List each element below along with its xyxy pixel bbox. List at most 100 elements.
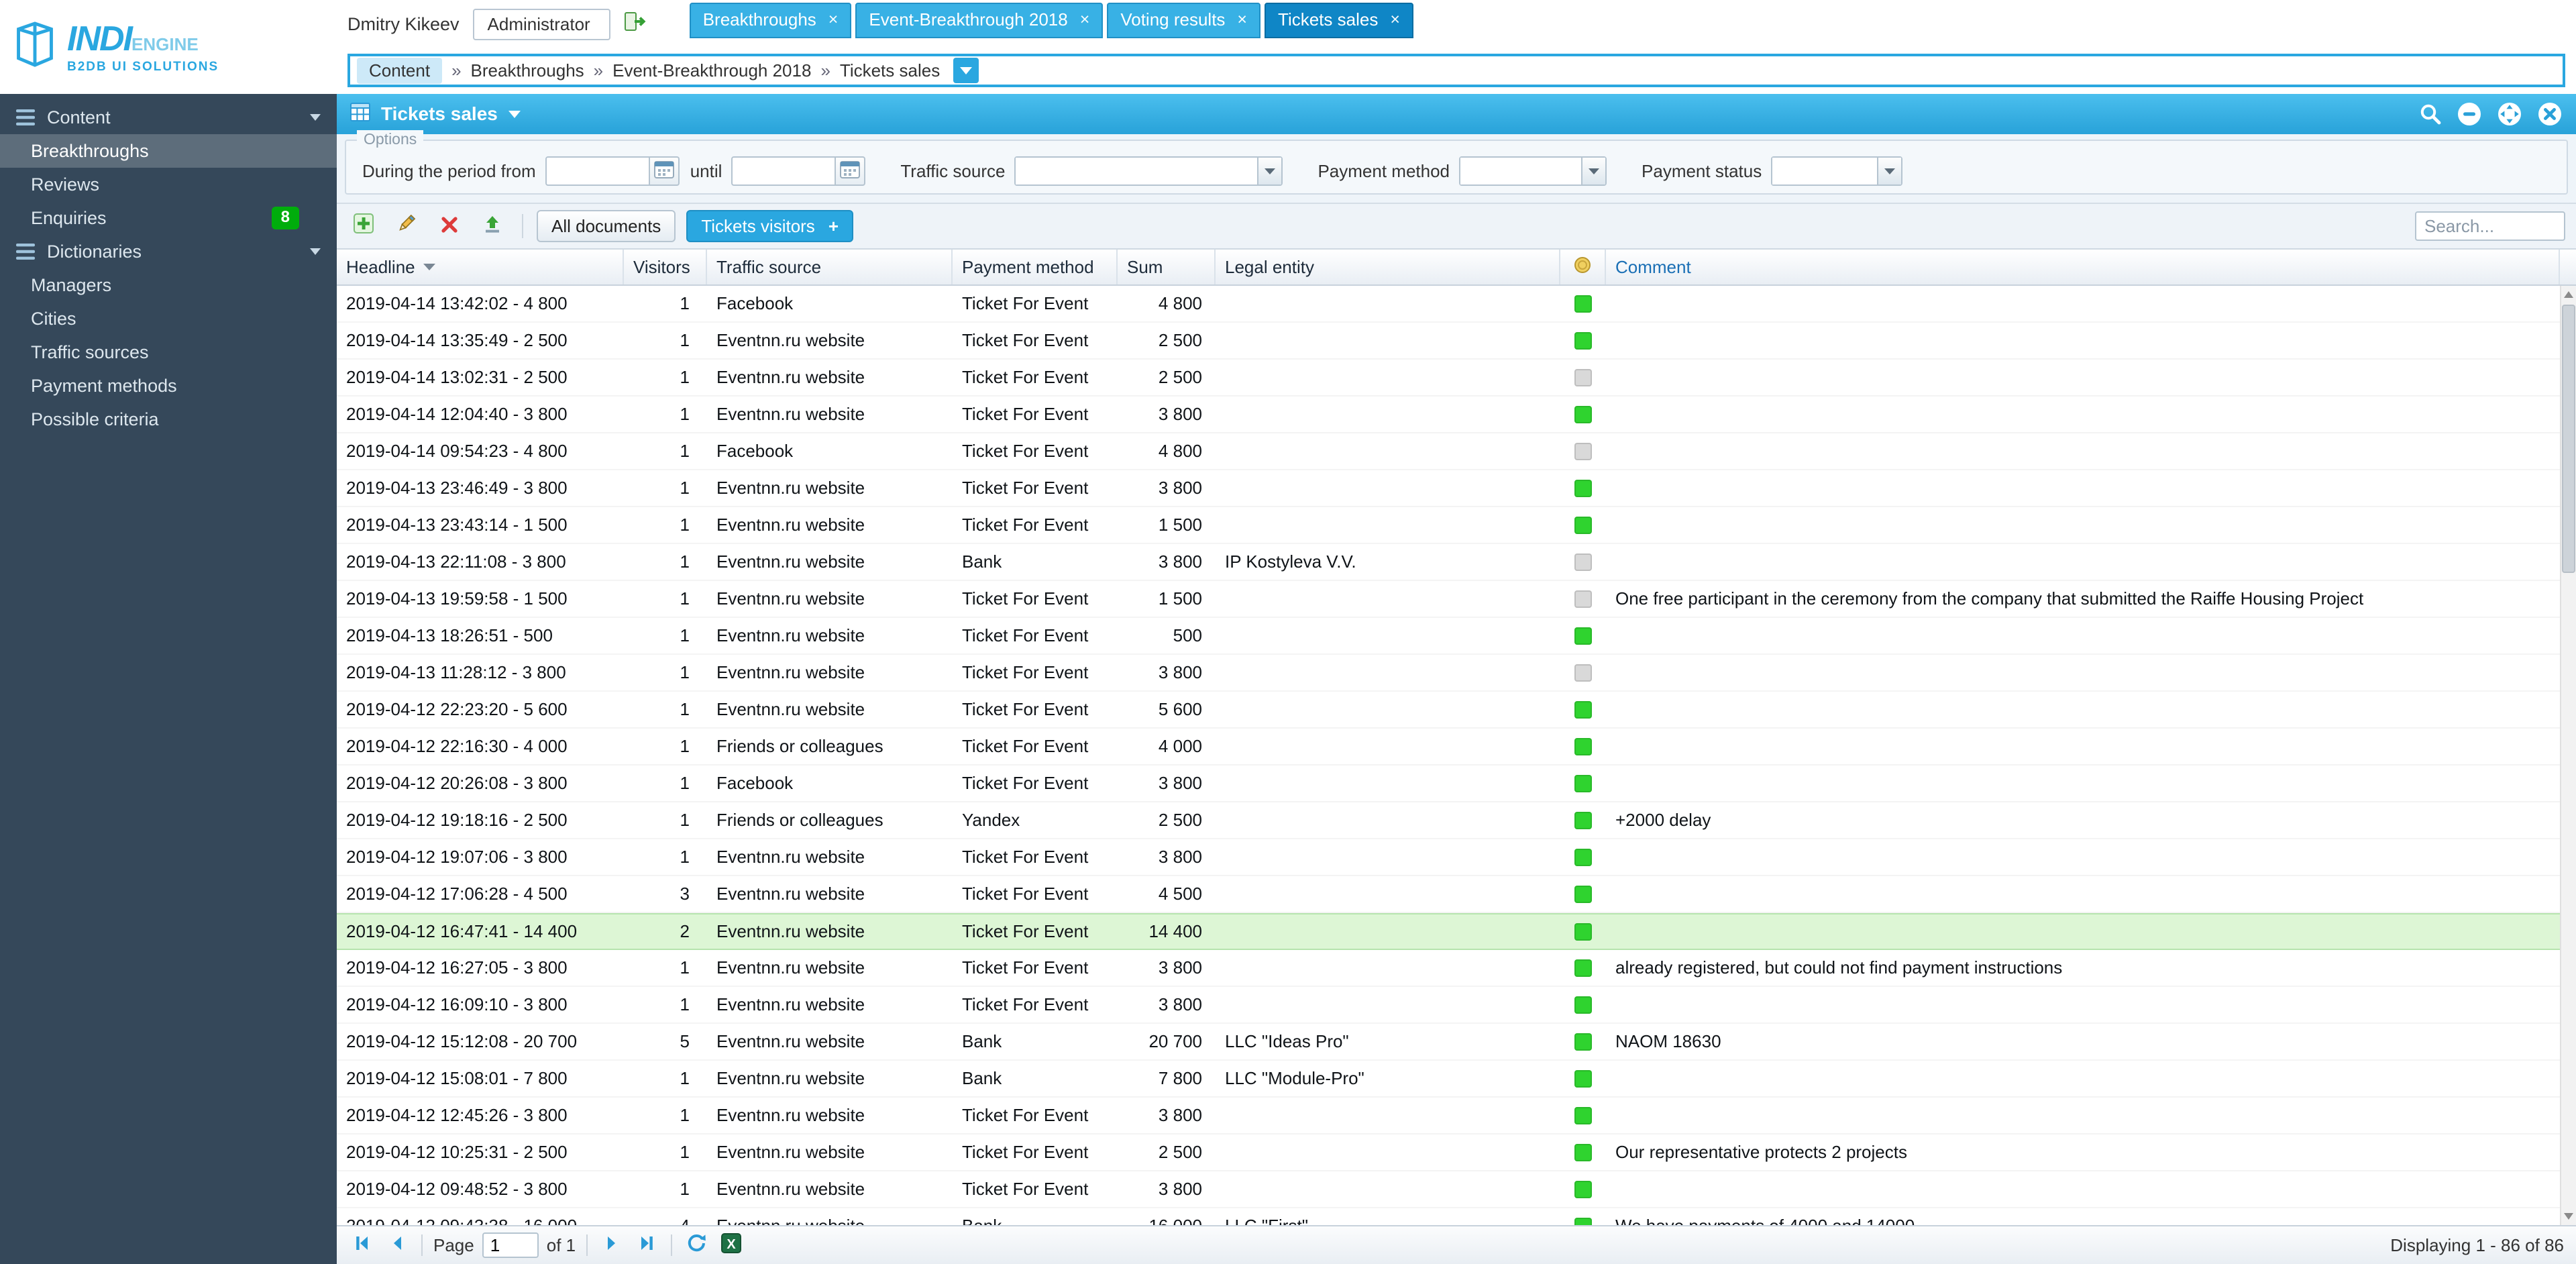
- close-icon[interactable]: [2537, 101, 2563, 127]
- traffic-source-select[interactable]: [1014, 156, 1283, 186]
- table-row[interactable]: 2019-04-14 13:35:49 - 2 500 1 Eventnn.ru w…: [337, 323, 2560, 360]
- column-header-legal-entity[interactable]: Legal entity: [1216, 250, 1560, 284]
- logout-button[interactable]: [624, 11, 647, 37]
- column-header-paid-status[interactable]: [1560, 250, 1606, 284]
- first-page-button[interactable]: [349, 1232, 376, 1259]
- cell-headline: 2019-04-14 13:42:02 - 4 800: [346, 293, 568, 313]
- paid-indicator: [1574, 627, 1592, 645]
- move-icon[interactable]: [2497, 101, 2522, 127]
- table-row[interactable]: 2019-04-13 18:26:51 - 500 1 Eventnn.ru web…: [337, 618, 2560, 655]
- period-from-input[interactable]: [545, 156, 650, 186]
- sidebar-item-payment-methods[interactable]: Payment methods: [0, 369, 337, 403]
- table-row[interactable]: 2019-04-12 20:26:08 - 3 800 1 Facebook Tick…: [337, 766, 2560, 802]
- sidebar-item-managers[interactable]: Managers: [0, 268, 337, 302]
- sidebar-item-label: Reviews: [31, 174, 100, 195]
- cell-traffic: Eventnn.ru website: [716, 404, 865, 424]
- dropdown-trigger[interactable]: [1877, 158, 1902, 185]
- table-row[interactable]: 2019-04-12 19:07:06 - 3 800 1 Eventnn.ru w…: [337, 839, 2560, 876]
- dropdown-trigger[interactable]: [1581, 158, 1606, 185]
- table-row[interactable]: 2019-04-12 17:06:28 - 4 500 3 Eventnn.ru w…: [337, 876, 2560, 913]
- tab-breakthroughs[interactable]: Breakthroughs ×: [689, 3, 852, 38]
- tab-close-icon[interactable]: ×: [1237, 10, 1247, 30]
- prev-page-button[interactable]: [384, 1232, 411, 1259]
- breadcrumb-item-tickets-sales[interactable]: Tickets sales: [840, 60, 940, 81]
- column-header-payment-method[interactable]: Payment method: [953, 250, 1118, 284]
- tab-event-breakthrough-2018[interactable]: Event-Breakthrough 2018 ×: [855, 3, 1104, 38]
- table-row[interactable]: 2019-04-14 09:54:23 - 4 800 1 Facebook Tick…: [337, 433, 2560, 470]
- until-calendar-button[interactable]: [836, 156, 866, 186]
- last-page-button[interactable]: [633, 1232, 660, 1259]
- upload-button[interactable]: [476, 210, 508, 242]
- table-row[interactable]: 2019-04-13 23:43:14 - 1 500 1 Eventnn.ru w…: [337, 507, 2560, 544]
- scroll-down-icon[interactable]: [2564, 1208, 2573, 1225]
- sidebar-item-dictionaries[interactable]: Dictionaries: [0, 235, 337, 268]
- sidebar-item-possible-criteria[interactable]: Possible criteria: [0, 403, 337, 436]
- table-row[interactable]: 2019-04-12 16:47:41 - 14 400 2 Eventnn.ru …: [337, 913, 2560, 950]
- tab-close-icon[interactable]: ×: [828, 10, 839, 30]
- column-header-visitors[interactable]: Visitors: [624, 250, 707, 284]
- table-row[interactable]: 2019-04-12 22:23:20 - 5 600 1 Eventnn.ru w…: [337, 692, 2560, 729]
- page-number-input[interactable]: [482, 1232, 539, 1258]
- sidebar-item-enquiries[interactable]: Enquiries 8: [0, 201, 337, 235]
- add-button[interactable]: [347, 210, 380, 242]
- all-documents-button[interactable]: All documents: [537, 210, 676, 242]
- edit-button[interactable]: [390, 210, 423, 242]
- dropdown-trigger[interactable]: [1257, 158, 1282, 185]
- paid-indicator: [1574, 1069, 1592, 1088]
- breadcrumb-item-breakthroughs[interactable]: Breakthroughs: [471, 60, 584, 81]
- table-row[interactable]: 2019-04-12 22:16:30 - 4 000 1 Friends or c…: [337, 729, 2560, 766]
- table-row[interactable]: 2019-04-12 15:12:08 - 20 700 5 Eventnn.ru …: [337, 1024, 2560, 1061]
- tab-close-icon[interactable]: ×: [1080, 10, 1090, 30]
- payment-status-select[interactable]: [1771, 156, 1903, 186]
- payment-status-input[interactable]: [1772, 158, 1878, 185]
- payment-method-select[interactable]: [1459, 156, 1607, 186]
- scrollbar-thumb[interactable]: [2562, 305, 2575, 573]
- vertical-scrollbar[interactable]: [2560, 286, 2576, 1225]
- sidebar-item-content[interactable]: Content: [0, 101, 337, 134]
- excel-export-button[interactable]: X: [718, 1232, 745, 1259]
- breadcrumb-dropdown-button[interactable]: [953, 58, 979, 83]
- role-selector[interactable]: Administrator: [472, 8, 610, 40]
- table-row[interactable]: 2019-04-12 15:08:01 - 7 800 1 Eventnn.ru w…: [337, 1061, 2560, 1098]
- table-row[interactable]: 2019-04-13 11:28:12 - 3 800 1 Eventnn.ru w…: [337, 655, 2560, 692]
- tickets-visitors-button[interactable]: Tickets visitors +: [686, 210, 853, 242]
- period-from-calendar-button[interactable]: [649, 156, 680, 186]
- table-row[interactable]: 2019-04-13 19:59:58 - 1 500 1 Eventnn.ru w…: [337, 581, 2560, 618]
- scroll-up-icon[interactable]: [2564, 286, 2573, 303]
- sidebar-item-cities[interactable]: Cities: [0, 302, 337, 335]
- column-header-traffic-source[interactable]: Traffic source: [707, 250, 953, 284]
- table-row[interactable]: 2019-04-14 12:04:40 - 3 800 1 Eventnn.ru w…: [337, 397, 2560, 433]
- table-row[interactable]: 2019-04-12 09:48:52 - 3 800 1 Eventnn.ru w…: [337, 1171, 2560, 1208]
- breadcrumb-item-event-breakthrough-2018[interactable]: Event-Breakthrough 2018: [612, 60, 811, 81]
- tab-voting-results[interactable]: Voting results ×: [1107, 3, 1261, 38]
- sidebar-item-reviews[interactable]: Reviews: [0, 168, 337, 201]
- until-input[interactable]: [731, 156, 837, 186]
- next-page-button[interactable]: [598, 1232, 625, 1259]
- refresh-button[interactable]: [683, 1232, 710, 1259]
- table-row[interactable]: 2019-04-12 16:27:05 - 3 800 1 Eventnn.ru w…: [337, 950, 2560, 987]
- traffic-source-input[interactable]: [1016, 158, 1258, 185]
- search-icon[interactable]: [2419, 103, 2442, 125]
- table-row[interactable]: 2019-04-14 13:02:31 - 2 500 1 Eventnn.ru w…: [337, 360, 2560, 397]
- column-header-headline[interactable]: Headline: [337, 250, 624, 284]
- table-row[interactable]: 2019-04-13 23:46:49 - 3 800 1 Eventnn.ru w…: [337, 470, 2560, 507]
- table-row[interactable]: 2019-04-14 13:42:02 - 4 800 1 Facebook Tick…: [337, 286, 2560, 323]
- breadcrumb-item-content[interactable]: Content: [357, 57, 443, 84]
- table-row[interactable]: 2019-04-12 16:09:10 - 3 800 1 Eventnn.ru w…: [337, 987, 2560, 1024]
- tab-close-icon[interactable]: ×: [1390, 10, 1400, 30]
- tab-tickets-sales[interactable]: Tickets sales ×: [1265, 3, 1413, 38]
- sidebar-item-traffic-sources[interactable]: Traffic sources: [0, 335, 337, 369]
- search-input[interactable]: [2415, 211, 2565, 241]
- table-row[interactable]: 2019-04-12 10:25:31 - 2 500 1 Eventnn.ru w…: [337, 1135, 2560, 1171]
- chevron-down-icon[interactable]: [508, 110, 521, 118]
- sidebar-item-breakthroughs[interactable]: Breakthroughs: [0, 134, 337, 168]
- table-row[interactable]: 2019-04-12 12:45:26 - 3 800 1 Eventnn.ru w…: [337, 1098, 2560, 1135]
- collapse-icon[interactable]: [2457, 101, 2482, 127]
- delete-button[interactable]: [433, 210, 466, 242]
- payment-method-input[interactable]: [1460, 158, 1582, 185]
- column-header-sum[interactable]: Sum: [1118, 250, 1216, 284]
- column-header-comment[interactable]: Comment: [1606, 250, 2560, 284]
- table-row[interactable]: 2019-04-13 22:11:08 - 3 800 1 Eventnn.ru w…: [337, 544, 2560, 581]
- table-row[interactable]: 2019-04-12 09:43:38 - 16 0004Eventnn.ru …: [337, 1208, 2560, 1225]
- table-row[interactable]: 2019-04-12 19:18:16 - 2 500 1 Friends or c…: [337, 802, 2560, 839]
